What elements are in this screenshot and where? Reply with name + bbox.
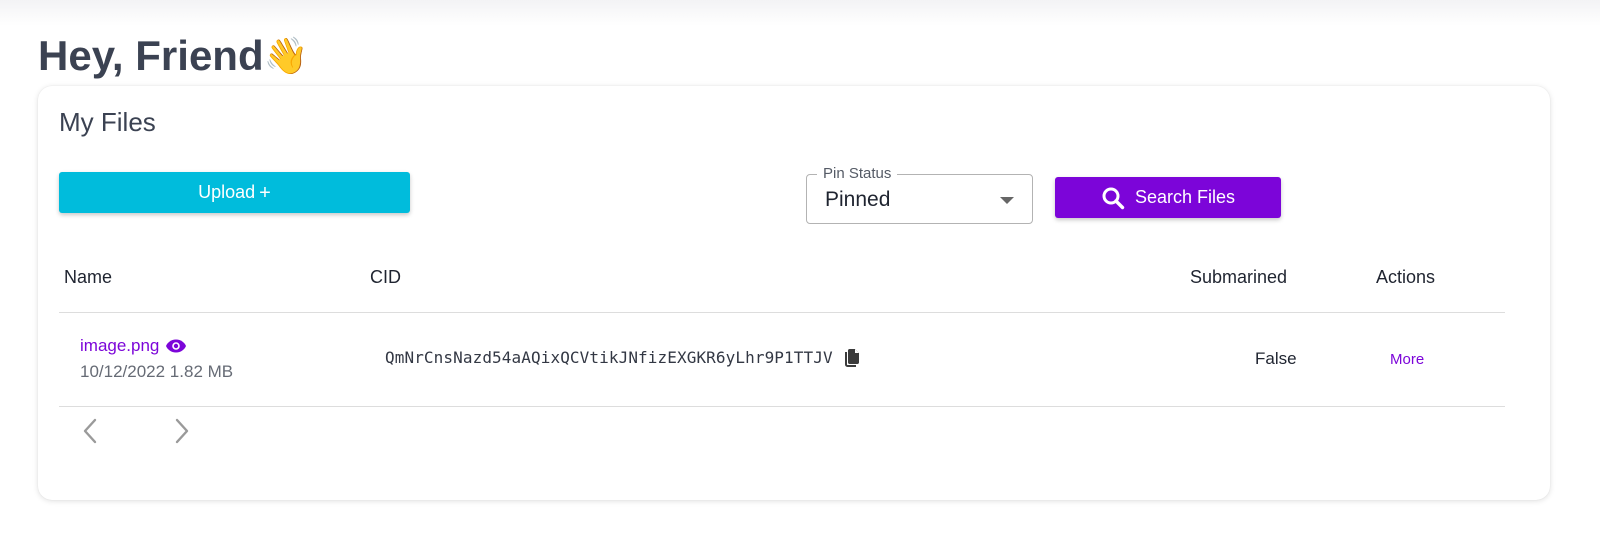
column-header-actions: Actions (1376, 267, 1436, 287)
header-divider (59, 312, 1505, 313)
more-button[interactable]: More (1390, 351, 1424, 368)
eye-icon[interactable] (165, 338, 187, 354)
greeting-text: Hey, Friend (38, 32, 264, 79)
cid-cell: QmNrCnsNazd54aAQixQCVtikJNfizEXGKR6yLhr9… (385, 348, 860, 367)
upload-button[interactable]: Upload + (59, 172, 410, 213)
dropdown-caret-icon (1000, 197, 1014, 204)
submarined-value: False (1255, 349, 1297, 368)
top-bar-shadow (0, 0, 1600, 26)
file-meta: 10/12/2022 1.82 MB (80, 362, 234, 381)
column-header-submarined[interactable]: Submarined (1190, 266, 1287, 288)
my-files-card: My Files Upload + Pin Status Pinned Sear… (38, 86, 1550, 500)
pin-status-value: Pinned (825, 188, 891, 211)
plus-icon: + (259, 181, 271, 204)
pin-status-select[interactable]: Pin Status Pinned (806, 165, 1033, 224)
waving-hand-icon: 👋 (263, 35, 309, 76)
row-divider (59, 406, 1505, 407)
copy-icon[interactable] (844, 348, 860, 367)
file-name-cell: image.png (80, 336, 187, 356)
pin-status-label: Pin Status (817, 165, 898, 183)
chevron-left-icon[interactable] (80, 416, 102, 446)
chevron-right-icon[interactable] (170, 416, 192, 446)
column-header-cid[interactable]: CID (370, 266, 401, 288)
upload-button-label: Upload (198, 182, 256, 202)
file-name-link[interactable]: image.png (80, 336, 159, 356)
search-files-label: Search Files (1134, 187, 1236, 207)
page-greeting: Hey, Friend👋 (38, 28, 308, 84)
card-title: My Files (59, 107, 156, 137)
search-files-button[interactable]: Search Files (1055, 177, 1281, 218)
search-icon (1101, 186, 1125, 210)
column-header-name[interactable]: Name (64, 266, 112, 288)
cid-value: QmNrCnsNazd54aAQixQCVtikJNfizEXGKR6yLhr9… (385, 348, 833, 367)
